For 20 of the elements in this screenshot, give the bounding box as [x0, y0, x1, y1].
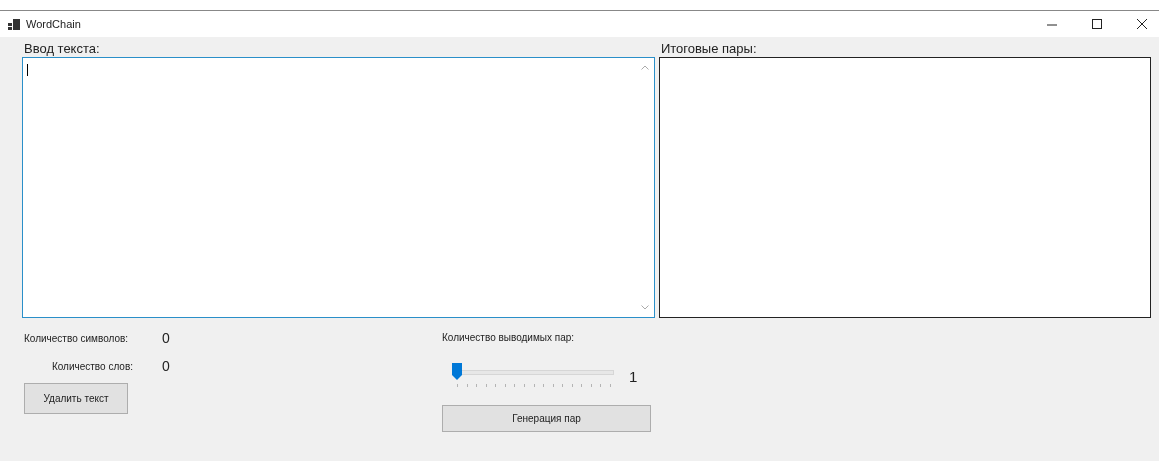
app-icon [8, 18, 20, 30]
scroll-up-icon[interactable] [641, 65, 650, 70]
text-caret [27, 64, 28, 76]
window-title: WordChain [26, 18, 81, 30]
generate-pairs-button[interactable]: Генерация пар [442, 405, 651, 432]
text-input-field[interactable] [22, 57, 655, 318]
stat-value: 0 [162, 330, 170, 346]
maximize-icon[interactable] [1092, 19, 1102, 29]
pairs-slider[interactable] [452, 363, 614, 389]
slider-thumb[interactable] [452, 363, 462, 380]
pairs-count-label: Количество выводимых пар: [442, 332, 576, 343]
delete-text-button[interactable]: Удалить текст [24, 383, 128, 414]
scroll-down-icon[interactable] [641, 305, 650, 310]
slider-value: 1 [629, 367, 638, 385]
close-icon[interactable] [1137, 19, 1147, 29]
input-label: Ввод текста: [24, 40, 101, 57]
stat-value: 0 [162, 358, 170, 374]
output-label: Итоговые пары: [660, 40, 758, 57]
stat-label: Количество символов: [24, 332, 130, 344]
stat-label: Количество слов: [50, 360, 133, 372]
